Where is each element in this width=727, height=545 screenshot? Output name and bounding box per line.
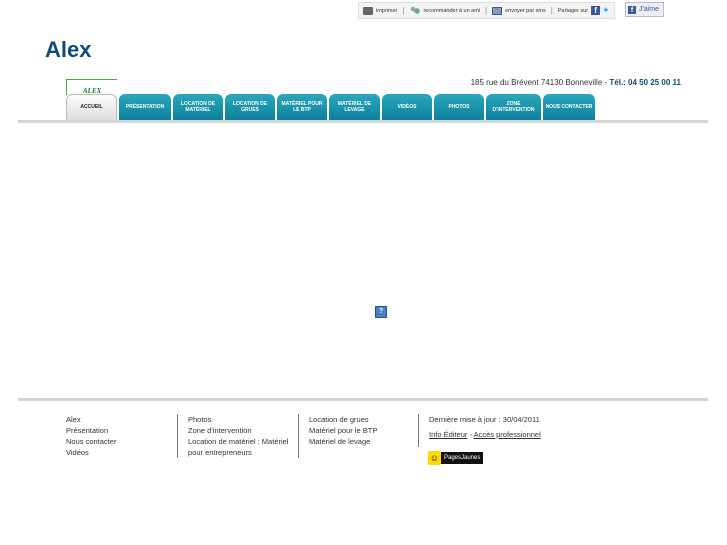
broken-image-icon: ?	[375, 306, 387, 318]
acces-pro-link[interactable]: Accès professionnel	[474, 430, 541, 439]
facebook-icon[interactable]: f	[591, 6, 601, 15]
footer-link-presentation[interactable]: Présentation	[66, 425, 116, 436]
tab-nous-contacter[interactable]: NOUS CONTACTER	[543, 94, 595, 121]
footer-link-photos[interactable]: Photos	[188, 414, 289, 425]
tab-zone-intervention[interactable]: ZONE D'INTERVENTION	[486, 94, 541, 121]
phone-number: Tél.: 04 50 25 00 11	[609, 78, 681, 87]
tab-accueil[interactable]: ACCUEIL	[66, 94, 117, 121]
last-update: Dernière mise à jour : 30/04/2011	[429, 415, 540, 424]
contact-address: 185 rue du Brévent 74130 Bonneville - Té…	[470, 78, 681, 87]
recommend-link[interactable]: recommander à un ami	[409, 6, 480, 15]
like-button[interactable]: f J'aime	[625, 2, 665, 17]
phone-icon	[492, 6, 503, 15]
footer-link-contact[interactable]: Nous contacter	[66, 436, 116, 447]
share-toolbar: imprimer | recommander à un ami | envoye…	[358, 2, 615, 19]
printer-icon	[363, 6, 373, 15]
nav-divider	[18, 120, 708, 123]
main-nav: ACCUEIL PRÉSENTATION LOCATION DE MATÉRIE…	[66, 94, 597, 121]
footer-link-videos[interactable]: Vidéos	[66, 447, 116, 458]
share-on: Partager sur f ✦	[557, 5, 610, 16]
footer-divider	[18, 398, 708, 401]
footer-link-grues[interactable]: Location de grues	[309, 414, 377, 425]
tab-materiel-levage[interactable]: MATÉRIEL DE LEVAGE	[329, 94, 380, 121]
footer-link-alex[interactable]: Alex	[66, 414, 116, 425]
footer-link-zone[interactable]: Zone d'intervention	[188, 425, 289, 436]
send-link[interactable]: envoyer par sms	[492, 6, 546, 15]
footer-col-3: Location de grues Matériel pour le BTP M…	[298, 414, 377, 458]
footer-col-2: Photos Zone d'intervention Location de m…	[177, 414, 289, 458]
footer-link-location-materiel[interactable]: Location de matériel : Matériel pour ent…	[188, 436, 289, 458]
site-title[interactable]: Alex	[45, 37, 91, 63]
footer-link-btp[interactable]: Matériel pour le BTP	[309, 425, 377, 436]
pagesjaunes-logo-icon: ☺	[428, 451, 441, 465]
pagesjaunes-badge[interactable]: ☺ PagesJaunes	[428, 451, 484, 465]
tab-videos[interactable]: VIDÉOS	[382, 94, 432, 121]
footer-link-levage[interactable]: Matériel de levage	[309, 436, 377, 447]
tab-location-materiel[interactable]: LOCATION DE MATÉRIEL	[173, 94, 223, 121]
facebook-icon: f	[628, 5, 636, 14]
info-editeur-link[interactable]: Info Éditeur	[429, 430, 467, 439]
tab-presentation[interactable]: PRÉSENTATION	[119, 94, 171, 121]
friends-icon	[409, 6, 421, 15]
tab-location-grues[interactable]: LOCATION DE GRUES	[225, 94, 275, 121]
footer-col-1: Alex Présentation Nous contacter Vidéos	[66, 414, 116, 458]
print-link[interactable]: imprimer	[363, 6, 397, 15]
tab-photos[interactable]: PHOTOS	[434, 94, 484, 121]
twitter-icon[interactable]: ✦	[602, 5, 610, 16]
footer-col-4: Dernière mise à jour : 30/04/2011 Info É…	[418, 414, 541, 447]
tab-materiel-btp[interactable]: MATÉRIEL POUR LE BTP	[277, 94, 327, 121]
logo[interactable]: ALEX	[66, 79, 117, 95]
